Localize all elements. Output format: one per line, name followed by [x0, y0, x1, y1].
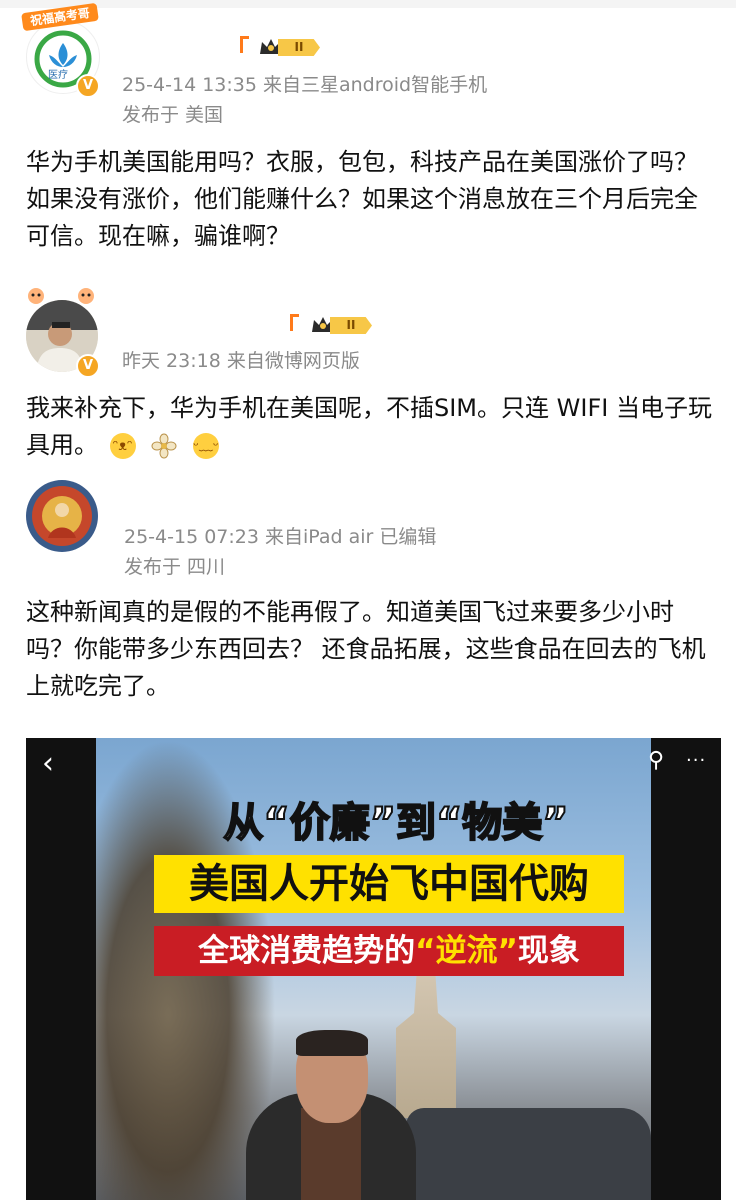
- flower-emoji-icon: [151, 433, 177, 459]
- comment-text: 华为手机美国能用吗？衣服，包包，科技产品在美国涨价了吗？如果没有涨价，他们能赚什…: [26, 148, 698, 250]
- chevron-left-icon[interactable]: ‹: [42, 746, 54, 781]
- level-badge[interactable]: II: [310, 314, 374, 336]
- comment-text-wrap: 我来补充下，华为手机在美国呢，不插SIM。只连 WIFI 当电子玩具用。 ᵔᴥᵔ…: [26, 390, 716, 464]
- more-icon[interactable]: ···: [686, 750, 706, 771]
- avatar-label: 医疗: [48, 70, 68, 81]
- search-icon[interactable]: ⚲: [648, 748, 664, 773]
- building: [396, 968, 456, 1118]
- post-time-source: 25-4-14 13:35 来自三星android智能手机: [122, 74, 488, 96]
- verified-badge: V: [76, 74, 100, 98]
- comment-2: V II 昨天 23:18 来自微博网页版 我来补充下，华为手机在美国呢，不插S…: [0, 280, 736, 480]
- comment-text: 这种新闻真的是假的不能再假了。知道美国飞过来要多少小时吗？你能带多少东西回去？ …: [26, 598, 706, 700]
- level-badge[interactable]: II: [258, 36, 322, 58]
- post-time-source: 昨天 23:18 来自微博网页版: [122, 350, 360, 372]
- person-hair: [296, 1030, 368, 1056]
- headline-2: 美国人开始飞中国代购: [154, 855, 624, 913]
- comment-1: 祝福高考哥 医疗 V II 25-4-14 13:35 来自三星android智…: [0, 0, 736, 290]
- headline-3-part-a: 全球消费趋势的: [198, 933, 416, 969]
- crying-emoji-icon: ᵕ﹏ᵕ: [192, 433, 219, 459]
- name-mark: [240, 36, 249, 53]
- headline-3-highlight: “逆流”: [415, 933, 518, 969]
- verified-badge: V: [76, 354, 100, 378]
- headline-3: 全球消费趋势的“逆流”现象: [154, 926, 624, 976]
- avatar-decoration: [24, 286, 100, 306]
- avatar[interactable]: [26, 480, 98, 552]
- laugh-cry-emoji-icon: ᵔᴥᵔ: [109, 433, 136, 459]
- headline-3-part-c: 现象: [517, 933, 580, 969]
- video-thumbnail[interactable]: 从“价廉”到“物美” 美国人开始飞中国代购 全球消费趋势的“逆流”现象 ‹ ⚲ …: [26, 738, 721, 1200]
- post-time-source: 25-4-15 07:23 来自iPad air 已编辑: [124, 526, 437, 548]
- post-location: 发布于 四川: [124, 556, 226, 578]
- post-location: 发布于 美国: [122, 104, 224, 126]
- headline-1: 从“价廉”到“物美”: [222, 799, 569, 847]
- level-badge-text: II: [330, 317, 372, 334]
- level-badge-text: II: [278, 39, 320, 56]
- thangka-avatar-icon: [26, 480, 98, 552]
- name-mark: [290, 314, 299, 331]
- car: [406, 1108, 651, 1200]
